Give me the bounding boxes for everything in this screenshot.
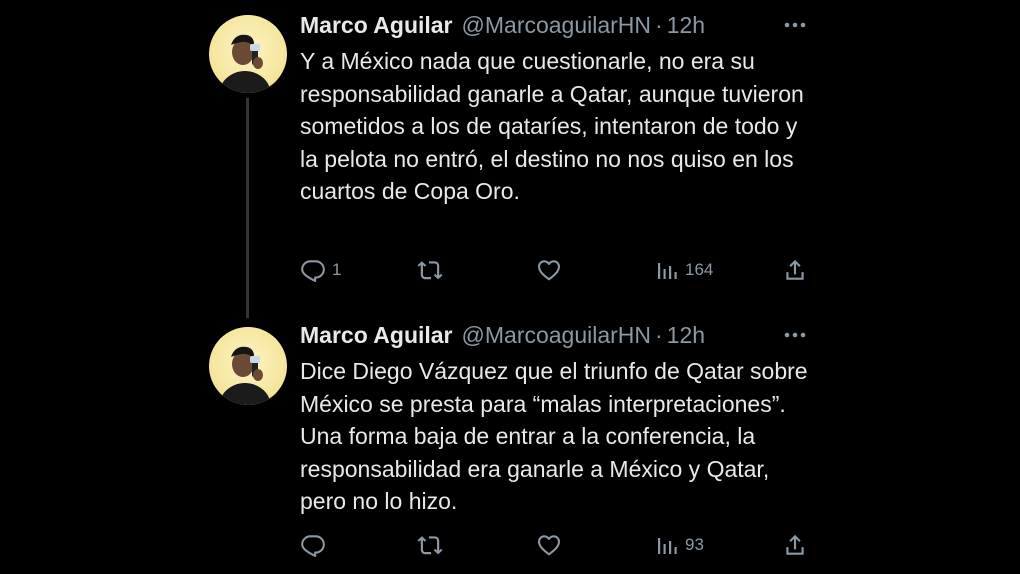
timestamp[interactable]: 12h <box>667 322 705 349</box>
tweet-actions: 93 <box>298 530 818 560</box>
tweet-thread: Marco Aguilar @MarcoaguilarHN · 12h Y a … <box>0 0 1020 574</box>
like-icon <box>536 257 562 283</box>
views-count: 93 <box>685 535 704 554</box>
like-button[interactable] <box>536 255 568 285</box>
like-icon <box>536 532 562 558</box>
reply-icon <box>300 257 326 283</box>
separator-dot: · <box>655 11 663 38</box>
timestamp[interactable]: 12h <box>667 12 705 39</box>
avatar[interactable] <box>209 327 287 405</box>
tweet-header: Marco Aguilar @MarcoaguilarHN · 12h <box>300 10 705 40</box>
views-button[interactable]: 93 <box>655 530 704 560</box>
reply-icon <box>300 532 326 558</box>
share-button[interactable] <box>782 530 808 560</box>
reply-button[interactable]: 1 <box>300 255 341 285</box>
reply-button[interactable] <box>300 530 332 560</box>
more-dots-icon[interactable] <box>780 320 810 350</box>
tweet-text: Y a México nada que cuestionarle, no era… <box>300 48 804 205</box>
views-icon <box>655 258 679 282</box>
tweet-header: Marco Aguilar @MarcoaguilarHN · 12h <box>300 320 705 350</box>
retweet-icon <box>416 532 444 558</box>
retweet-button[interactable] <box>416 530 450 560</box>
share-button[interactable] <box>782 255 808 285</box>
separator-dot: · <box>655 321 663 348</box>
avatar[interactable] <box>209 15 287 93</box>
share-icon <box>782 257 808 283</box>
tweet-text: Dice Diego Vázquez que el triunfo de Qat… <box>300 358 808 515</box>
tweet-actions: 1 164 <box>298 255 818 285</box>
views-count: 164 <box>685 260 714 279</box>
views-icon <box>655 533 679 557</box>
share-icon <box>782 532 808 558</box>
thread-connector-line <box>246 98 249 318</box>
author-name[interactable]: Marco Aguilar <box>300 322 453 349</box>
author-name[interactable]: Marco Aguilar <box>300 12 453 39</box>
views-button[interactable]: 164 <box>655 255 713 285</box>
more-dots-icon[interactable] <box>780 10 810 40</box>
like-button[interactable] <box>536 530 568 560</box>
retweet-icon <box>416 257 444 283</box>
author-handle[interactable]: @MarcoaguilarHN <box>462 322 652 349</box>
retweet-button[interactable] <box>416 255 450 285</box>
author-handle[interactable]: @MarcoaguilarHN <box>462 12 652 39</box>
reply-count: 1 <box>332 260 342 279</box>
